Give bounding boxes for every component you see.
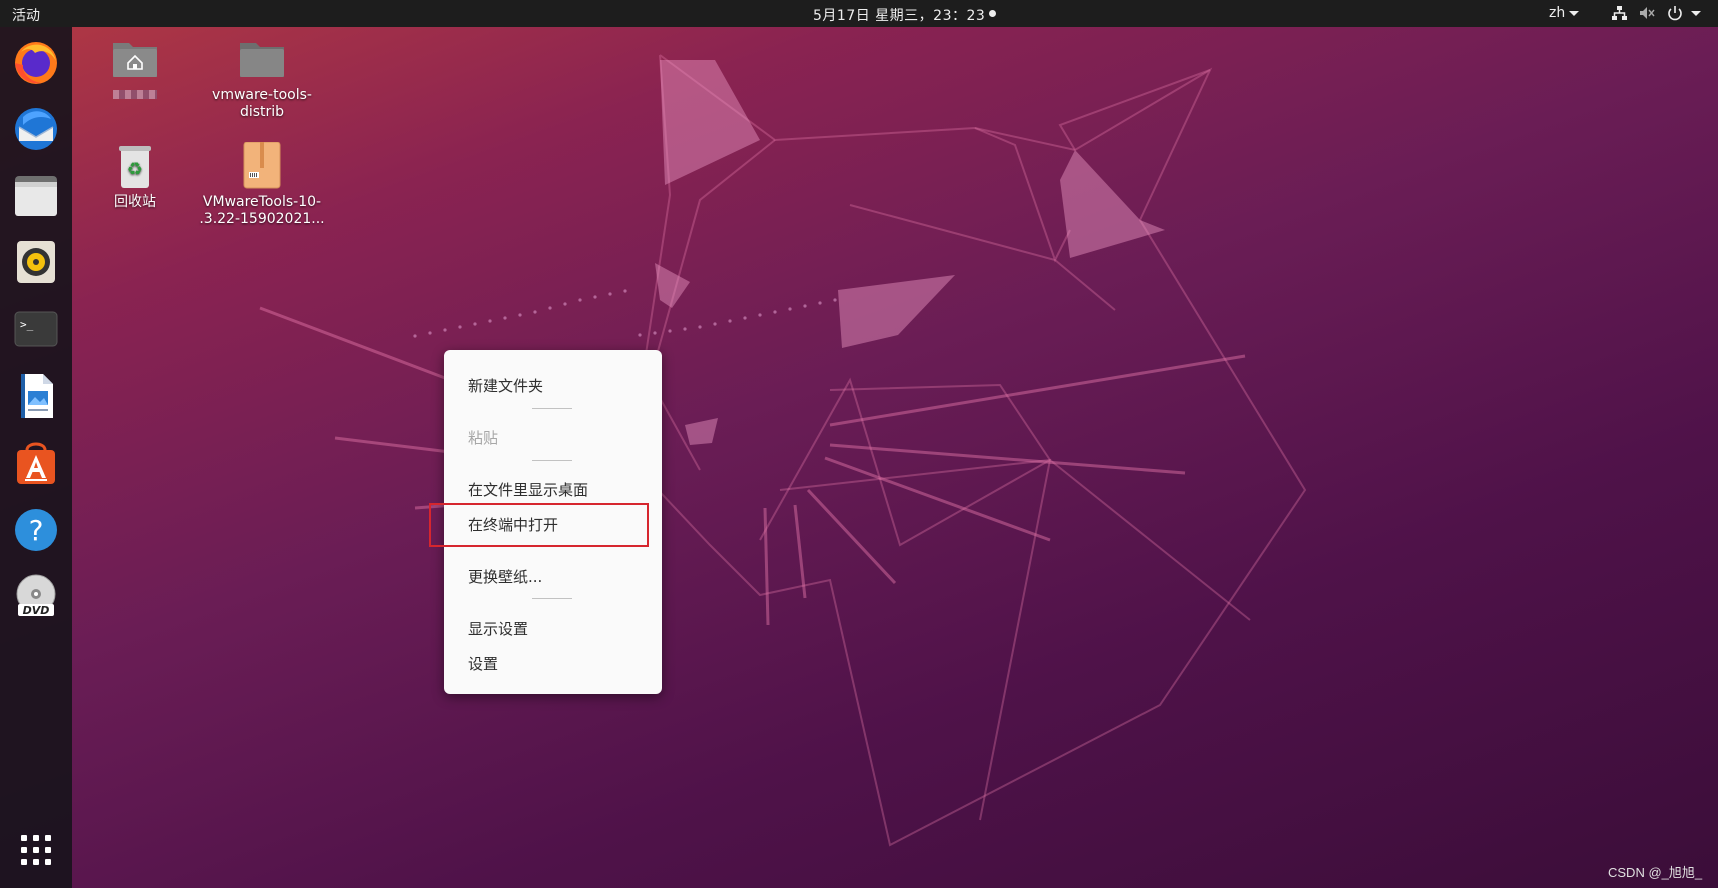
home-folder-icon xyxy=(111,35,159,83)
home-folder-label xyxy=(113,90,157,99)
input-method-indicator[interactable]: zh xyxy=(1549,5,1565,21)
watermark: CSDN @_旭旭_ xyxy=(1608,865,1703,880)
top-bar: 活动 5月17日 星期三，23：23 zh xyxy=(0,0,1718,27)
menu-separator xyxy=(532,408,572,409)
dock: >_ ? DVD xyxy=(0,27,72,888)
software-icon[interactable] xyxy=(11,438,61,488)
folder-label-line2: distrib xyxy=(239,104,285,120)
firefox-icon[interactable] xyxy=(11,37,61,87)
folder-icon xyxy=(238,35,286,83)
chevron-down-icon[interactable] xyxy=(1569,11,1579,16)
svg-text:♻: ♻ xyxy=(127,159,143,180)
menu-item-change-background[interactable]: 更换壁纸... xyxy=(468,566,542,587)
network-icon[interactable] xyxy=(1610,4,1628,22)
activities-button[interactable]: 活动 xyxy=(12,5,40,25)
desktop-screen[interactable]: 活动 5月17日 星期三，23：23 zh >_ ? DVD vmware-to… xyxy=(0,0,1718,888)
wallpaper xyxy=(259,54,1307,847)
files-icon[interactable] xyxy=(11,170,61,220)
menu-item-paste[interactable]: 粘贴 xyxy=(468,427,498,448)
dvd-icon[interactable]: DVD xyxy=(11,572,61,622)
chevron-down-icon[interactable] xyxy=(1690,4,1702,22)
archive-label-line2: .3.22-15902021... xyxy=(199,211,325,227)
trash-icon: ♻ xyxy=(111,142,159,190)
terminal-prompt: >_ xyxy=(20,318,34,331)
clock[interactable]: 5月17日 星期三，23：23 xyxy=(813,5,985,25)
svg-text:?: ? xyxy=(29,514,44,547)
desktop-vmware-tools-folder[interactable]: vmware-tools- distrib xyxy=(198,35,326,121)
volume-muted-icon[interactable] xyxy=(1638,4,1656,22)
menu-separator xyxy=(532,460,572,461)
menu-item-new-folder[interactable]: 新建文件夹 xyxy=(468,375,543,396)
terminal-icon[interactable]: >_ xyxy=(11,304,61,354)
archive-icon xyxy=(238,141,286,190)
archive-label-line1: VMwareTools-10- xyxy=(202,194,322,210)
desktop-vmwaretools-archive[interactable]: VMwareTools-10- .3.22-15902021... xyxy=(198,141,326,228)
annotation-highlight-box xyxy=(429,503,649,547)
rhythmbox-icon[interactable] xyxy=(11,237,61,287)
menu-item-show-in-files[interactable]: 在文件里显示桌面 xyxy=(468,479,588,500)
svg-text:DVD: DVD xyxy=(23,604,50,617)
menu-item-display-settings[interactable]: 显示设置 xyxy=(468,618,528,639)
thunderbird-icon[interactable] xyxy=(11,103,61,153)
folder-label-line1: vmware-tools- xyxy=(212,87,312,103)
help-icon[interactable]: ? xyxy=(11,505,61,555)
desktop-home-folder[interactable] xyxy=(71,35,199,104)
power-icon[interactable] xyxy=(1666,4,1684,22)
menu-separator xyxy=(532,598,572,599)
desktop-trash[interactable]: ♻ 回收站 xyxy=(71,142,199,211)
writer-icon[interactable] xyxy=(11,371,61,421)
trash-label: 回收站 xyxy=(114,194,156,210)
menu-item-settings[interactable]: 设置 xyxy=(468,653,498,674)
show-apps-icon[interactable] xyxy=(11,825,61,875)
notification-dot-icon xyxy=(989,10,996,17)
